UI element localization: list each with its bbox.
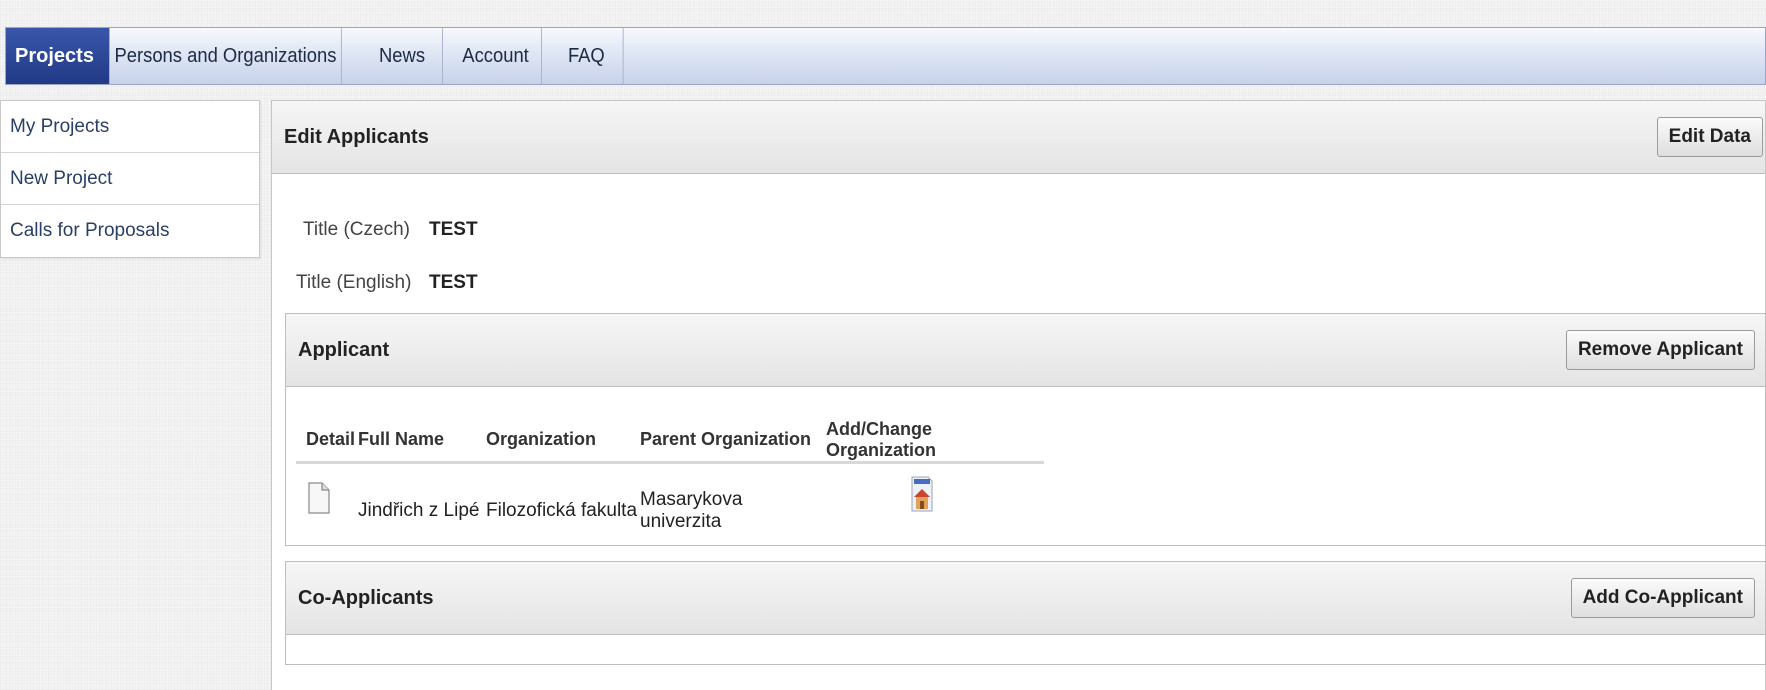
sidebar-item-my-projects[interactable]: My Projects (1, 101, 259, 153)
organization-cell: Filozofická fakulta (486, 500, 638, 521)
field-label: Title (Czech) (303, 219, 410, 240)
edit-data-button[interactable]: Edit Data (1656, 117, 1763, 157)
page-title: Edit Applicants (284, 125, 429, 148)
top-navigation: Projects Persons and Organizations News … (5, 27, 1766, 85)
field-title-czech: Title (Czech) TEST (303, 219, 478, 241)
field-title-english: Title (English) TEST (296, 272, 478, 294)
tab-projects[interactable]: Projects (6, 28, 110, 84)
column-header-parent-organization: Parent Organization (640, 429, 812, 449)
applicant-table: Detail Full Name Organization Parent Org… (296, 418, 1044, 546)
sidebar-item-new-project[interactable]: New Project (1, 153, 259, 205)
applicant-panel-header: Applicant Remove Applicant (286, 314, 1765, 387)
tab-account[interactable]: Account (450, 28, 542, 84)
detail-cell (296, 482, 358, 514)
column-header-organization: Organization (486, 429, 597, 449)
applicant-title: Applicant (298, 338, 390, 361)
organization-icon[interactable] (908, 475, 934, 513)
co-applicants-panel-header: Co-Applicants Add Co-Applicant (286, 562, 1765, 635)
column-header-full-name: Full Name (358, 429, 445, 449)
document-icon[interactable] (308, 482, 330, 514)
sidebar-item-calls-for-proposals[interactable]: Calls for Proposals (1, 205, 259, 257)
parent-organization-cell: Masarykova univerzita (640, 489, 743, 532)
change-organization-cell (826, 476, 1044, 513)
field-value: TEST (429, 272, 478, 293)
table-header: Detail Full Name Organization Parent Org… (296, 418, 1044, 464)
applicant-panel: Applicant Remove Applicant Detail Full N… (285, 313, 1766, 546)
column-header-add-change-organization: Add/Change Organization (826, 418, 937, 460)
remove-applicant-button[interactable]: Remove Applicant (1565, 330, 1755, 370)
full-name-cell: Jindřich z Lipé (358, 500, 480, 521)
field-value: TEST (429, 219, 478, 240)
tab-persons-and-organizations[interactable]: Persons and Organizations (110, 28, 342, 84)
co-applicants-title: Co-Applicants (298, 586, 434, 609)
add-co-applicant-button[interactable]: Add Co-Applicant (1570, 578, 1755, 618)
table-row: Jindřich z Lipé Filozofická fakulta Masa… (296, 464, 1044, 546)
sidebar: My Projects New Project Calls for Propos… (0, 100, 260, 258)
tab-faq[interactable]: FAQ (550, 28, 624, 84)
main-panel-header: Edit Applicants Edit Data (272, 101, 1765, 174)
field-label: Title (English) (296, 272, 412, 293)
co-applicants-panel: Co-Applicants Add Co-Applicant (285, 561, 1766, 665)
column-header-detail: Detail (306, 429, 356, 449)
tab-news[interactable]: News (362, 28, 443, 84)
main-panel: Edit Applicants Edit Data Title (Czech) … (271, 100, 1766, 690)
